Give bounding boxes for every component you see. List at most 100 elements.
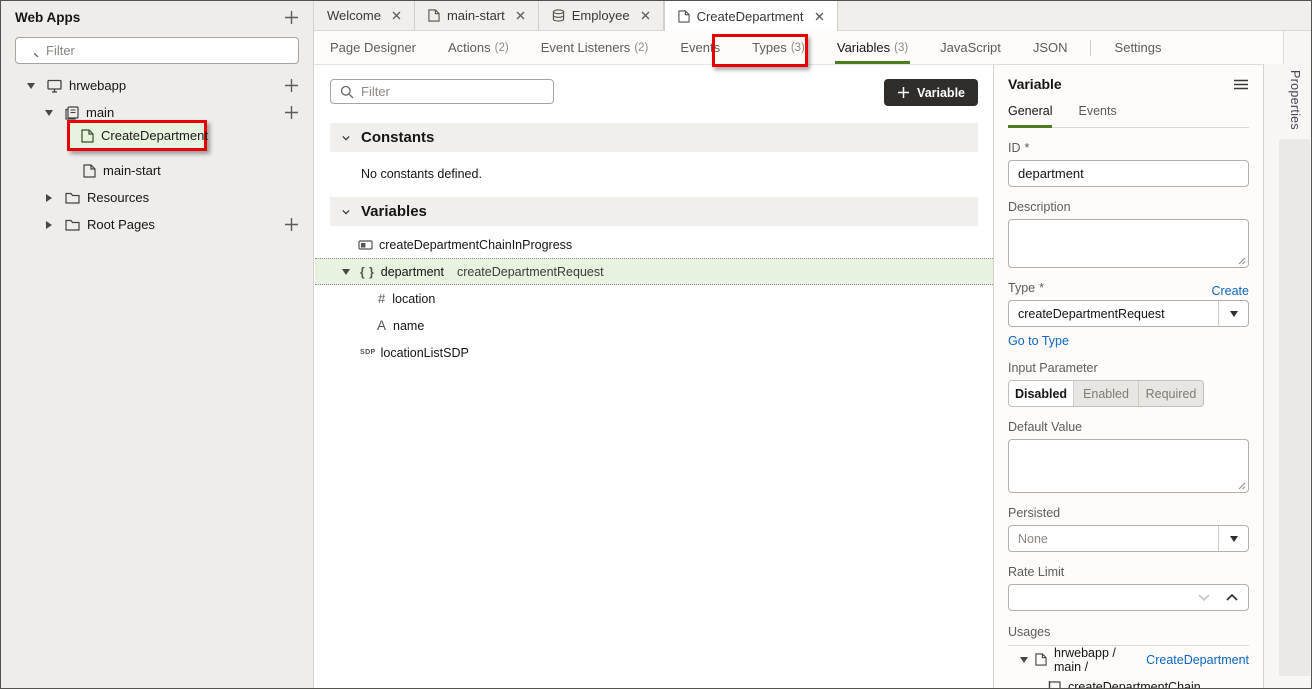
persisted-label: Persisted	[1008, 506, 1060, 520]
tree-item-hrwebapp[interactable]: hrwebapp	[1, 72, 313, 99]
persisted-select[interactable]: None	[1008, 525, 1249, 552]
panel-tab-events[interactable]: Events	[1078, 104, 1116, 127]
variables-title: Variables	[361, 203, 427, 220]
subtab-label: Types	[752, 40, 787, 55]
subtab-json[interactable]: JSON	[1031, 31, 1070, 65]
tree-item-label: Resources	[87, 190, 149, 205]
properties-vertical-tab[interactable]: Properties	[1288, 70, 1302, 130]
variable-row[interactable]: A name	[330, 312, 978, 339]
panel-tab-label: General	[1008, 104, 1052, 118]
dropdown-arrow-icon[interactable]	[1218, 526, 1248, 551]
add-variable-button[interactable]: Variable	[884, 79, 978, 106]
business-object-icon	[552, 9, 565, 22]
subtab-label: Event Listeners	[541, 40, 631, 55]
type-select[interactable]: createDepartmentRequest	[1008, 300, 1249, 327]
caret-right-icon[interactable]	[45, 194, 53, 202]
tree-item-label: hrwebapp	[69, 78, 126, 93]
editor-tab-bar: Welcome main-start Employee	[314, 1, 1312, 31]
close-icon[interactable]	[641, 11, 650, 20]
tree-item-root-pages[interactable]: Root Pages	[1, 211, 313, 238]
tree-item-main-start[interactable]: main-start	[1, 157, 313, 184]
variable-row[interactable]: createDepartmentChainInProgress	[330, 231, 978, 258]
subtab-label: Events	[680, 40, 720, 55]
caret-down-icon[interactable]	[45, 110, 53, 116]
input-parameter-enabled-button[interactable]: Enabled	[1073, 381, 1138, 406]
variables-section-header[interactable]: Variables	[330, 197, 978, 226]
caret-down-icon[interactable]	[27, 83, 35, 89]
input-parameter-required-button[interactable]: Required	[1138, 381, 1203, 406]
sdp-type-icon: SDP	[360, 349, 376, 356]
add-flow-icon[interactable]	[284, 78, 299, 93]
input-parameter-disabled-button[interactable]: Disabled	[1009, 381, 1073, 406]
description-field[interactable]	[1009, 220, 1248, 267]
variable-row[interactable]: SDP locationListSDP	[330, 339, 978, 366]
subtab-event-listeners[interactable]: Event Listeners (2)	[539, 31, 651, 65]
usage-path: hrwebapp / main /	[1054, 646, 1146, 674]
page-icon	[678, 10, 690, 23]
subtab-label: Actions	[448, 40, 491, 55]
close-icon[interactable]	[516, 11, 525, 20]
right-dock-strip: Properties	[1263, 64, 1312, 688]
dock-scroll-track[interactable]	[1279, 139, 1310, 676]
constants-section-header[interactable]: Constants	[330, 123, 978, 152]
action-chain-flag-icon	[1048, 680, 1061, 689]
variables-filter[interactable]	[330, 79, 554, 104]
variables-filter-input[interactable]	[361, 84, 544, 99]
caret-down-icon[interactable]	[342, 269, 350, 275]
chevron-down-icon[interactable]	[342, 209, 350, 215]
add-root-page-icon[interactable]	[284, 217, 299, 232]
subtab-types[interactable]: Types (3)	[750, 31, 807, 65]
tree-item-label: main	[86, 105, 114, 120]
variable-row[interactable]: # location	[330, 285, 978, 312]
resize-grip-icon[interactable]	[1238, 257, 1246, 265]
subtab-page-designer[interactable]: Page Designer	[328, 31, 418, 65]
tab-welcome[interactable]: Welcome	[314, 1, 415, 30]
caret-right-icon[interactable]	[45, 221, 53, 229]
chevron-down-icon[interactable]	[342, 135, 350, 141]
tab-employee[interactable]: Employee	[539, 1, 664, 30]
create-department-highlight[interactable]: CreateDepartment	[67, 120, 207, 151]
id-field[interactable]	[1008, 160, 1249, 187]
number-type-icon: #	[378, 291, 385, 306]
chevron-down-icon[interactable]	[1198, 594, 1210, 601]
variable-name: name	[393, 319, 424, 333]
add-page-icon[interactable]	[284, 105, 299, 120]
rate-limit-field[interactable]	[1008, 584, 1249, 611]
panel-tab-general[interactable]: General	[1008, 104, 1052, 127]
tab-main-start[interactable]: main-start	[415, 1, 539, 30]
close-icon[interactable]	[815, 12, 824, 21]
subtab-count: (2)	[634, 42, 648, 54]
tab-create-department[interactable]: CreateDepartment	[664, 1, 838, 32]
variable-name: department	[381, 265, 444, 279]
create-type-link[interactable]: Create	[1211, 284, 1249, 298]
subtab-variables[interactable]: Variables (3)	[835, 31, 910, 65]
usage-page-link[interactable]: CreateDepartment	[1146, 653, 1249, 667]
subtab-javascript[interactable]: JavaScript	[938, 31, 1003, 65]
input-parameter-label: Input Parameter	[1008, 361, 1098, 375]
subtab-settings[interactable]: Settings	[1113, 31, 1164, 65]
hamburger-menu-icon[interactable]	[1233, 79, 1249, 90]
page-icon	[81, 129, 94, 143]
resize-grip-icon[interactable]	[1238, 482, 1246, 490]
subtab-events[interactable]: Events	[678, 31, 722, 65]
boolean-type-icon	[358, 240, 373, 250]
subtab-label: JSON	[1033, 40, 1068, 55]
go-to-type-link[interactable]: Go to Type	[1008, 334, 1069, 348]
subtab-count: (3)	[791, 42, 805, 54]
caret-down-icon[interactable]	[1020, 657, 1028, 663]
variable-properties-panel: Variable General Events ID * Description	[993, 64, 1263, 688]
usage-root-row[interactable]: hrwebapp / main / CreateDepartment	[1008, 646, 1249, 673]
sidebar-filter-input[interactable]	[46, 43, 289, 58]
subtab-actions[interactable]: Actions (2)	[446, 31, 511, 65]
add-web-app-icon[interactable]	[284, 10, 299, 25]
close-icon[interactable]	[392, 11, 401, 20]
chevron-up-icon[interactable]	[1226, 594, 1238, 601]
tree-item-resources[interactable]: Resources	[1, 184, 313, 211]
default-value-field[interactable]	[1009, 440, 1248, 492]
sidebar-filter[interactable]	[15, 37, 299, 64]
variable-row-selected[interactable]: { } department createDepartmentRequest	[315, 258, 993, 285]
dropdown-arrow-icon[interactable]	[1218, 301, 1248, 326]
usage-child-row[interactable]: createDepartmentChain	[1008, 673, 1249, 689]
variables-editor: Variable Constants No constants defined.…	[315, 65, 993, 688]
visual-builder-window: Web Apps hrwebapp	[0, 0, 1312, 689]
